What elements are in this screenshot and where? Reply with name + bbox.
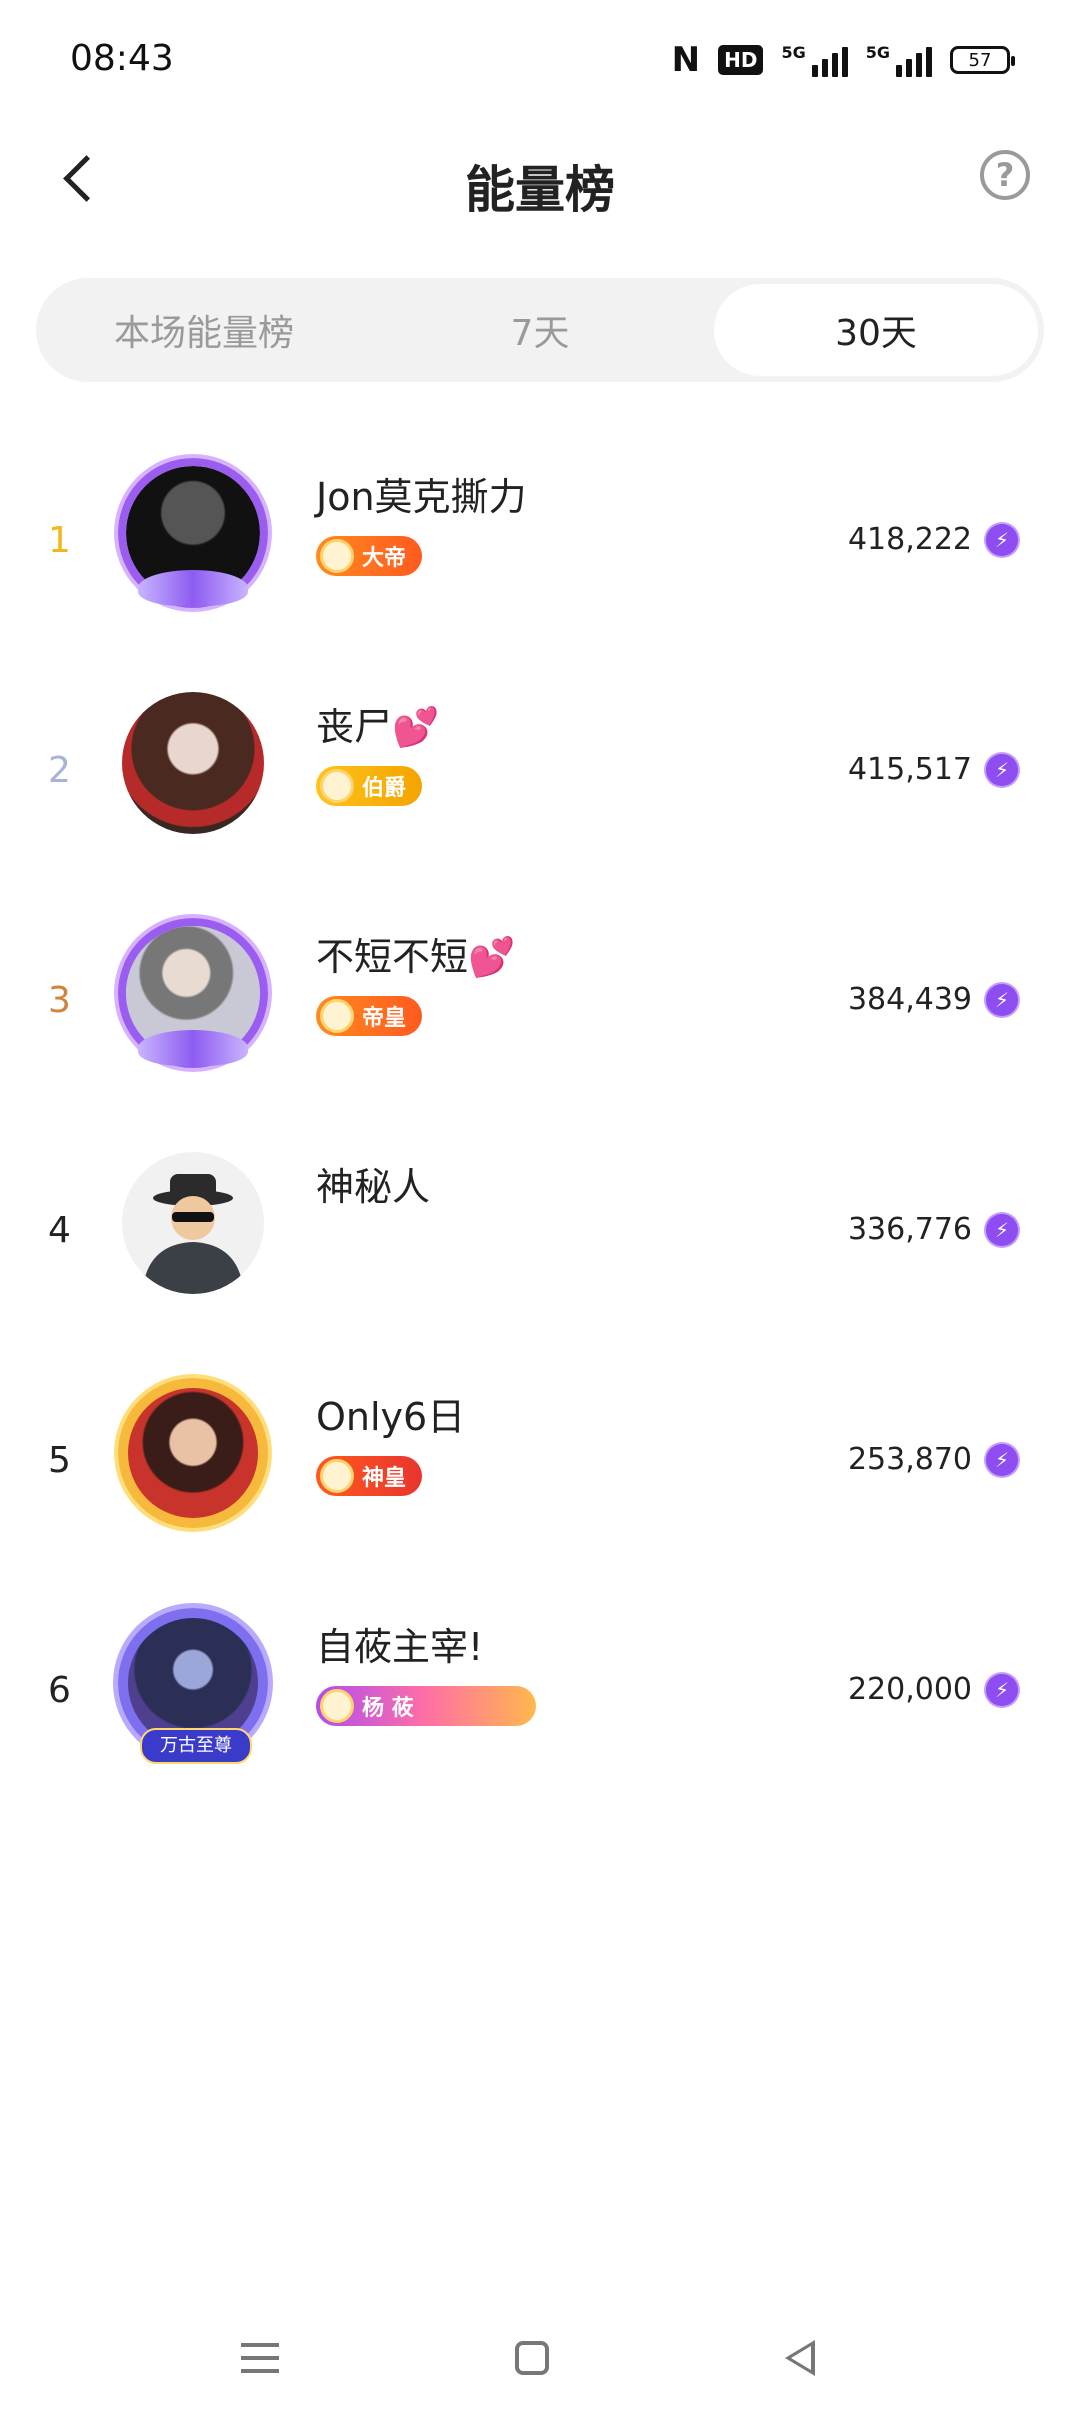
hd-voice-icon: HD bbox=[718, 45, 764, 75]
energy-score: 384,439 ⚡ bbox=[848, 982, 1018, 1017]
level-badge-icon bbox=[320, 1689, 354, 1723]
energy-score: 336,776 ⚡ bbox=[848, 1212, 1018, 1247]
avatar[interactable] bbox=[118, 918, 268, 1068]
rank-number: 3 bbox=[48, 980, 71, 1021]
avatar-frame-label: 万古至尊 bbox=[140, 1728, 252, 1764]
system-nav-bar bbox=[0, 2300, 1080, 2412]
rank-number: 6 bbox=[48, 1670, 71, 1711]
level-badge-icon bbox=[320, 1459, 354, 1493]
energy-bolt-icon: ⚡ bbox=[986, 523, 1018, 556]
mystery-person-icon bbox=[142, 1174, 244, 1294]
tab-this-session[interactable]: 本场能量榜 bbox=[42, 284, 366, 376]
header: 能量榜 ? bbox=[0, 120, 1080, 240]
page-title: 能量榜 bbox=[465, 161, 615, 219]
status-icons: N HD 5G 5G 57 bbox=[671, 40, 1015, 80]
level-badge-icon bbox=[320, 999, 354, 1033]
question-circle-icon[interactable]: ? bbox=[980, 150, 1030, 200]
tab-7-days[interactable]: 7天 bbox=[378, 284, 702, 376]
status-bar: 08:43 N HD 5G 5G 57 bbox=[0, 0, 1080, 120]
ranking-list: 1 Jon莫克撕力 大帝 418,222 ⚡ 2 丧尸💕 伯爵 415,517 … bbox=[0, 430, 1080, 1810]
list-item[interactable]: 4 神秘人 336,776 ⚡ bbox=[0, 1120, 1080, 1350]
list-item[interactable]: 6 万古至尊 自莜主宰! 杨 莜 220,000 ⚡ bbox=[0, 1580, 1080, 1810]
energy-bolt-icon: ⚡ bbox=[986, 983, 1018, 1016]
user-name: Jon莫克撕力 bbox=[316, 475, 527, 519]
rank-number: 2 bbox=[48, 750, 71, 791]
battery-icon: 57 bbox=[950, 46, 1015, 74]
energy-bolt-icon: ⚡ bbox=[986, 753, 1018, 786]
level-badge: 帝皇 bbox=[316, 996, 423, 1036]
level-badge: 大帝 bbox=[316, 536, 423, 576]
back-triangle-icon bbox=[785, 2340, 815, 2376]
avatar[interactable] bbox=[118, 458, 268, 608]
user-name: Only6日 bbox=[316, 1395, 466, 1439]
energy-bolt-icon: ⚡ bbox=[986, 1443, 1018, 1476]
user-name: 不短不短💕 bbox=[316, 935, 516, 979]
energy-score: 220,000 ⚡ bbox=[848, 1672, 1018, 1707]
home-button[interactable] bbox=[502, 2328, 562, 2388]
tab-30-days[interactable]: 30天 bbox=[714, 284, 1038, 376]
level-badge: 杨 莜 bbox=[316, 1686, 536, 1726]
energy-bolt-icon: ⚡ bbox=[986, 1213, 1018, 1246]
level-badge: 神皇 bbox=[316, 1456, 423, 1496]
nav-back-button[interactable] bbox=[770, 2328, 830, 2388]
energy-bolt-icon: ⚡ bbox=[986, 1673, 1018, 1706]
user-name: 神秘人 bbox=[316, 1165, 431, 1209]
user-name: 丧尸💕 bbox=[316, 705, 440, 749]
signal-icon-2: 5G bbox=[866, 43, 932, 77]
rank-number: 5 bbox=[48, 1440, 71, 1481]
avatar[interactable]: 万古至尊 bbox=[118, 1608, 268, 1764]
menu-icon bbox=[241, 2343, 279, 2373]
level-badge-icon bbox=[320, 539, 354, 573]
avatar[interactable] bbox=[118, 688, 268, 838]
level-badge-icon bbox=[320, 769, 354, 803]
level-badge: 伯爵 bbox=[316, 766, 423, 806]
list-item[interactable]: 2 丧尸💕 伯爵 415,517 ⚡ bbox=[0, 660, 1080, 890]
avatar[interactable] bbox=[118, 1378, 268, 1528]
energy-score: 253,870 ⚡ bbox=[848, 1442, 1018, 1477]
status-time: 08:43 bbox=[70, 38, 174, 79]
home-square-icon bbox=[515, 2341, 549, 2375]
avatar[interactable] bbox=[118, 1148, 268, 1298]
rank-number: 4 bbox=[48, 1210, 71, 1251]
energy-score: 415,517 ⚡ bbox=[848, 752, 1018, 787]
list-item[interactable]: 1 Jon莫克撕力 大帝 418,222 ⚡ bbox=[0, 430, 1080, 660]
list-item[interactable]: 5 Only6日 神皇 253,870 ⚡ bbox=[0, 1350, 1080, 1580]
menu-button[interactable] bbox=[230, 2328, 290, 2388]
nfc-icon: N bbox=[671, 40, 701, 80]
energy-score: 418,222 ⚡ bbox=[848, 522, 1018, 557]
period-tabs: 本场能量榜 7天 30天 bbox=[36, 278, 1044, 382]
signal-icon-1: 5G bbox=[781, 43, 848, 77]
rank-number: 1 bbox=[48, 520, 71, 561]
user-name: 自莜主宰! bbox=[316, 1625, 484, 1669]
list-item[interactable]: 3 不短不短💕 帝皇 384,439 ⚡ bbox=[0, 890, 1080, 1120]
